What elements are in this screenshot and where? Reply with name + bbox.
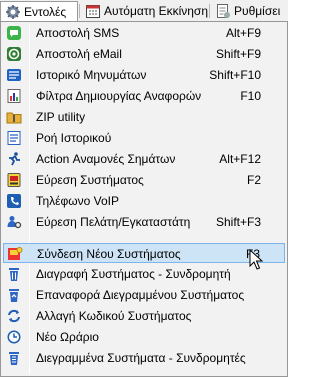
find-system-icon (6, 172, 22, 188)
menu-item-send-sms[interactable]: Αποστολή SMS Alt+F9 (3, 23, 285, 43)
email-at-icon (6, 46, 22, 62)
menu-settings[interactable]: Ρυθμίσει (211, 1, 288, 21)
menu-item-label: Αποστολή eMail (36, 47, 122, 61)
menu-item-shortcut: Alt+F9 (225, 26, 261, 40)
menubar-separator (209, 4, 210, 18)
calendar-icon (85, 3, 101, 19)
menu-item-label: Ιστορικό Μηνυμάτων (36, 68, 147, 82)
menu-item-label: Ροή Ιστορικού (36, 131, 112, 145)
report-filter-icon (6, 88, 22, 104)
menu-item-send-email[interactable]: Αποστολή eMail Shift+F9 (3, 44, 285, 64)
menu-item-label: Εύρεση Συστήματος (36, 173, 144, 187)
menu-item-label: Διεγραμμένα Συστήματα - Συνδρομητές (36, 351, 246, 365)
commands-dropdown-menu: Αποστολή SMS Alt+F9 Αποστολή eMail Shift… (0, 21, 288, 377)
message-history-icon (6, 67, 22, 83)
menu-item-shortcut: Shift+F3 (215, 215, 261, 229)
clock-icon (6, 329, 22, 345)
menu-item-shortcut: Alt+F12 (219, 152, 261, 166)
menu-item-label: Διαγραφή Συστήματος - Συνδρομητή (36, 267, 231, 281)
menu-item-shortcut: Shift+F10 (209, 68, 261, 82)
menu-commands[interactable]: Εντολές (0, 1, 78, 22)
gear-icon (5, 4, 21, 20)
refresh-arrows-icon (6, 308, 22, 324)
menu-item-report-filters[interactable]: Φίλτρα Δημιουργίας Αναφορών F10 (3, 86, 285, 106)
menu-item-new-schedule[interactable]: Νέο Ωράριο (3, 327, 285, 347)
menu-item-voip-phone[interactable]: Τηλέφωνο VoIP (3, 191, 285, 211)
menu-item-deleted-systems[interactable]: Διεγραμμένα Συστήματα - Συνδρομητές (3, 348, 285, 368)
menu-item-label: Τηλέφωνο VoIP (36, 194, 119, 208)
menu-item-message-history[interactable]: Ιστορικό Μηνυμάτων Shift+F10 (3, 65, 285, 85)
menu-item-label: Αλλαγή Κωδικού Συστήματος (36, 309, 192, 323)
menu-item-connect-new-system[interactable]: Σύνδεση Νέου Συστήματος F3 (3, 243, 285, 263)
menu-item-shortcut: F10 (240, 89, 261, 103)
find-customer-icon (6, 214, 22, 230)
sms-icon (6, 25, 22, 41)
voip-phone-icon (6, 193, 22, 209)
menubar-separator (79, 4, 80, 18)
menu-bar: Εντολές Αυτόματη Εκκίνηση Ρυθμίσει (0, 0, 288, 22)
zip-folder-icon (6, 109, 22, 125)
settings-doc-icon (215, 3, 231, 19)
menu-item-zip-utility[interactable]: ZIP utility (3, 107, 285, 127)
menu-item-delete-system[interactable]: Διαγραφή Συστήματος - Συνδρομητή (3, 264, 285, 284)
menu-item-restore-deleted-system[interactable]: Επαναφορά Διεγραμμένου Συστήματος (3, 285, 285, 305)
menu-item-label: Επαναφορά Διεγραμμένου Συστήματος (36, 288, 245, 302)
menu-item-find-customer[interactable]: Εύρεση Πελάτη/Εγκαταστάτη Shift+F3 (3, 212, 285, 232)
mouse-cursor-icon (249, 249, 263, 270)
menu-item-find-system[interactable]: Εύρεση Συστήματος F2 (3, 170, 285, 190)
menu-auto-start-label: Αυτόματη Εκκίνηση (104, 4, 208, 18)
trash-list-icon (6, 350, 22, 366)
new-system-icon (7, 246, 23, 262)
menu-item-action-signal-queue[interactable]: Action Αναμονές Σημάτων Alt+F12 (3, 149, 285, 169)
menu-auto-start[interactable]: Αυτόματη Εκκίνηση (81, 1, 208, 21)
history-flow-icon (6, 130, 22, 146)
trash-icon (6, 266, 22, 282)
menu-item-shortcut: F2 (246, 173, 261, 187)
trash-restore-icon (6, 287, 22, 303)
menu-commands-label: Εντολές (24, 5, 67, 19)
running-person-icon (6, 151, 22, 167)
menu-item-change-system-code[interactable]: Αλλαγή Κωδικού Συστήματος (3, 306, 285, 326)
menu-item-label: Action Αναμονές Σημάτων (36, 152, 176, 166)
menu-settings-label: Ρυθμίσει (234, 4, 281, 18)
menu-item-label: Σύνδεση Νέου Συστήματος (37, 247, 181, 261)
menu-item-label: Νέο Ωράριο (36, 330, 99, 344)
menu-item-label: Εύρεση Πελάτη/Εγκαταστάτη (36, 215, 191, 229)
menu-item-label: Φίλτρα Δημιουργίας Αναφορών (36, 89, 202, 103)
menu-item-label: ZIP utility (36, 110, 86, 124)
menu-item-history-flow[interactable]: Ροή Ιστορικού (3, 128, 285, 148)
menu-item-shortcut: Shift+F9 (215, 47, 261, 61)
menu-item-label: Αποστολή SMS (36, 26, 120, 40)
